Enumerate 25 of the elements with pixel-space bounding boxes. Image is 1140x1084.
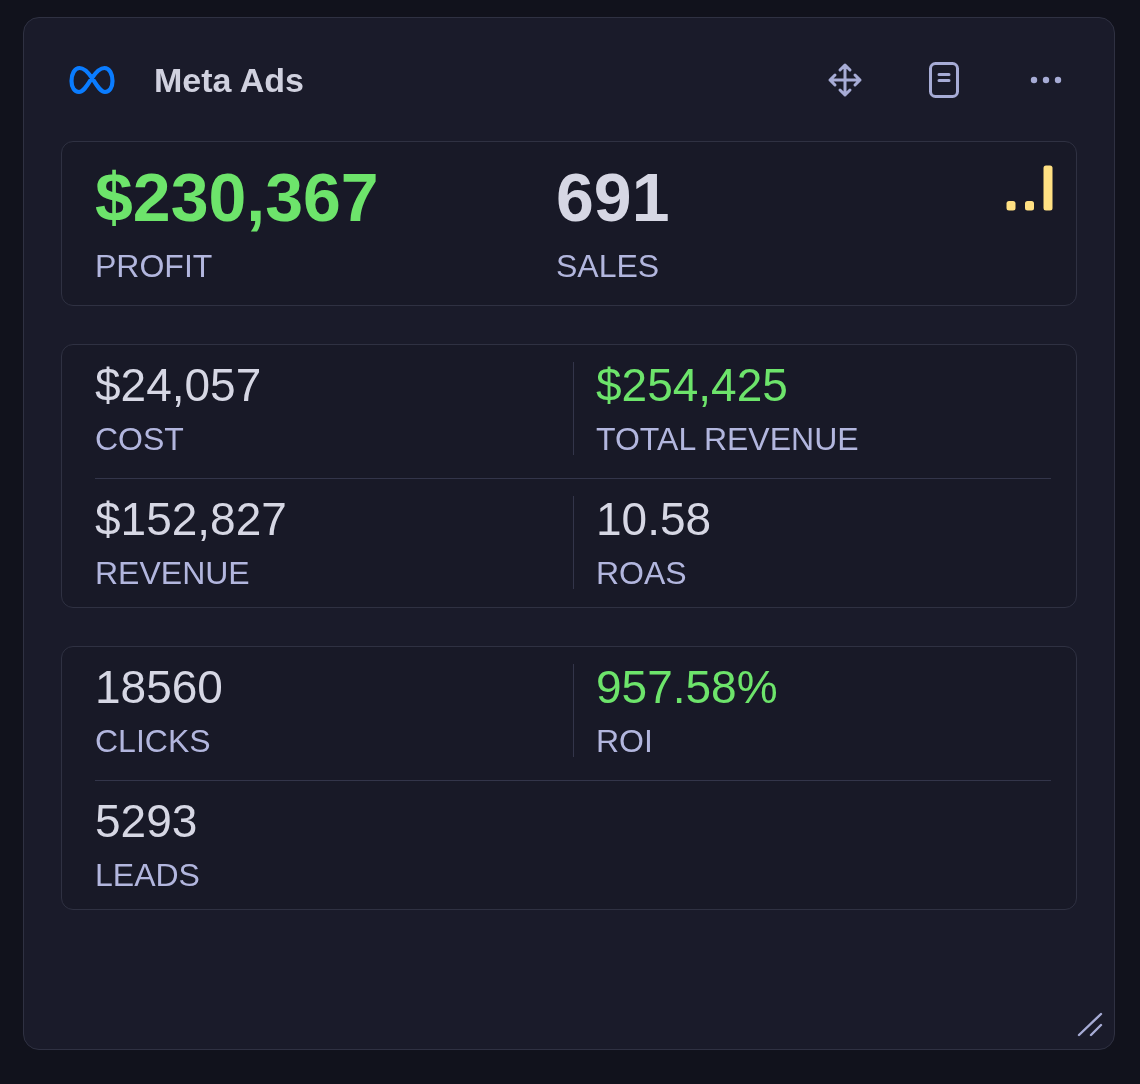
metric-label: LEADS (95, 859, 200, 891)
resize-handle-icon[interactable] (1077, 1012, 1103, 1037)
more-options-icon[interactable] (1030, 76, 1062, 84)
widget-title: Meta Ads (154, 63, 304, 97)
metric-label: PROFIT (95, 250, 213, 282)
metric-label: CLICKS (95, 725, 211, 757)
metric-value: 10.58 (596, 496, 712, 542)
metric-label: ROI (596, 725, 653, 757)
document-icon[interactable] (929, 62, 959, 98)
metric-label: REVENUE (95, 557, 250, 589)
metric-label: SALES (556, 250, 660, 282)
infinity-logo-icon (69, 65, 115, 95)
metric-value: 5293 (95, 798, 198, 844)
metric-label: ROAS (596, 557, 687, 589)
metric-label: COST (95, 423, 184, 455)
metric-value: $24,057 (95, 362, 262, 408)
move-icon[interactable] (827, 62, 863, 98)
metric-value: $254,425 (596, 362, 788, 408)
metric-label: TOTAL REVENUE (596, 423, 859, 455)
metric-value: 18560 (95, 664, 223, 710)
metric-value: $152,827 (95, 496, 287, 542)
metric-value: $230,367 (95, 163, 379, 231)
signal-bars-icon (1006, 165, 1053, 211)
metric-value: 691 (556, 163, 670, 231)
metric-value: 957.58% (596, 664, 778, 710)
